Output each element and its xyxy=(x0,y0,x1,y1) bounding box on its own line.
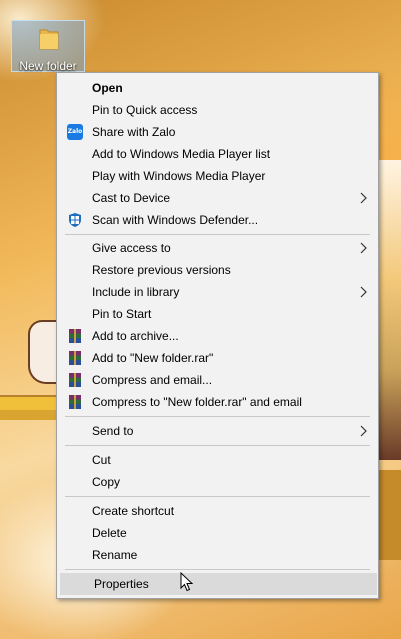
chevron-right-icon xyxy=(360,286,367,298)
menu-item-pin-to-start[interactable]: Pin to Start xyxy=(58,303,377,325)
folder-icon xyxy=(39,29,59,50)
chevron-right-icon xyxy=(360,192,367,204)
menu-separator xyxy=(65,416,370,417)
menu-item-properties[interactable]: Properties xyxy=(60,573,377,595)
menu-item-add-to-wmp-list[interactable]: Add to Windows Media Player list xyxy=(58,143,377,165)
menu-item-add-to-archive[interactable]: Add to archive... xyxy=(58,325,377,347)
winrar-icon xyxy=(69,373,81,387)
winrar-icon xyxy=(69,351,81,365)
menu-item-pin-to-quick-access[interactable]: Pin to Quick access xyxy=(58,99,377,121)
menu-item-cast-to-device[interactable]: Cast to Device xyxy=(58,187,377,209)
menu-separator xyxy=(65,445,370,446)
menu-separator xyxy=(65,234,370,235)
menu-item-compress-to-rar-and-email[interactable]: Compress to "New folder.rar" and email xyxy=(58,391,377,413)
menu-item-scan-with-defender[interactable]: Scan with Windows Defender... xyxy=(58,209,377,231)
desktop-folder-icon-selected[interactable]: New folder xyxy=(11,20,85,73)
menu-item-play-with-wmp[interactable]: Play with Windows Media Player xyxy=(58,165,377,187)
menu-item-include-in-library[interactable]: Include in library xyxy=(58,281,377,303)
windows-defender-icon xyxy=(69,213,81,227)
chevron-right-icon xyxy=(360,425,367,437)
menu-item-rename[interactable]: Rename xyxy=(58,544,377,566)
winrar-icon xyxy=(69,329,81,343)
chevron-right-icon xyxy=(360,242,367,254)
menu-item-compress-and-email[interactable]: Compress and email... xyxy=(58,369,377,391)
menu-item-create-shortcut[interactable]: Create shortcut xyxy=(58,500,377,522)
menu-separator xyxy=(65,496,370,497)
menu-item-copy[interactable]: Copy xyxy=(58,471,377,493)
menu-item-delete[interactable]: Delete xyxy=(58,522,377,544)
menu-item-send-to[interactable]: Send to xyxy=(58,420,377,442)
mouse-pointer-icon xyxy=(180,572,194,592)
wallpaper-detail xyxy=(377,160,401,460)
wallpaper-detail xyxy=(0,410,62,420)
winrar-icon xyxy=(69,395,81,409)
context-menu: Open Pin to Quick access Zalo Share with… xyxy=(56,72,379,599)
menu-item-give-access-to[interactable]: Give access to xyxy=(58,237,377,259)
menu-separator xyxy=(65,569,370,570)
menu-item-cut[interactable]: Cut xyxy=(58,449,377,471)
menu-item-restore-previous-versions[interactable]: Restore previous versions xyxy=(58,259,377,281)
menu-item-add-to-rar[interactable]: Add to "New folder.rar" xyxy=(58,347,377,369)
menu-item-share-with-zalo[interactable]: Zalo Share with Zalo xyxy=(58,121,377,143)
folder-name-label: New folder xyxy=(19,59,77,73)
wallpaper-detail xyxy=(377,470,401,560)
zalo-icon: Zalo xyxy=(67,124,83,140)
menu-item-open[interactable]: Open xyxy=(58,77,377,99)
